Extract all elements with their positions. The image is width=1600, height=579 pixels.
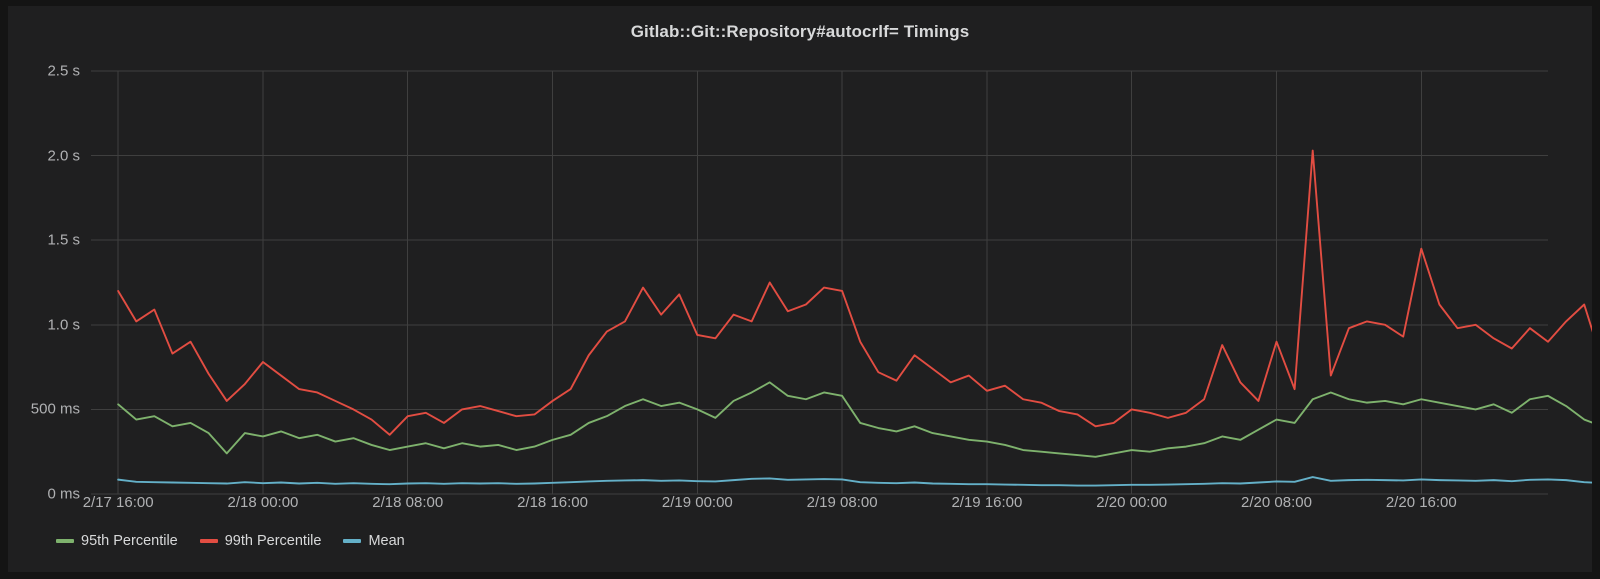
y-axis-tick-label: 2.0 s [47,147,80,165]
chart-gridlines [91,70,1548,495]
x-axis-tick-label: 2/20 16:00 [1385,494,1457,511]
legend-color-swatch [199,539,218,543]
legend-label: Mean [368,533,405,549]
chart-series-group [117,149,1592,487]
legend-color-swatch [56,539,74,543]
page-title: Gitlab::Git::Repository#autocrlf= Timing… [630,22,970,41]
x-axis-tick-label: 2/17 16:00 [82,494,154,511]
y-axis-tick-label: 2.5 s [47,62,80,80]
y-axis-tick-label: 1.5 s [47,231,80,249]
x-axis-tick-label: 2/19 00:00 [661,494,733,511]
legend-item-mean[interactable]: Mean [343,533,405,549]
y-axis-tick-label: 500 ms [30,400,80,418]
x-axis-tick-label: 2/19 16:00 [951,494,1023,511]
y-axis-tick-label: 1.0 s [47,316,80,334]
chart-plot-area[interactable]: 0 ms 500 ms 1.0 s 1.5 s 2.0 s 2.5 s [8,52,1592,522]
legend-label: 95th Percentile [81,533,178,549]
legend-label: 99th Percentile [224,533,322,549]
chart-svg [91,70,1592,495]
chart-line-mean [117,476,1592,487]
y-axis: 0 ms 500 ms 1.0 s 1.5 s 2.0 s 2.5 s [8,52,80,522]
x-axis-tick-label: 2/20 00:00 [1096,494,1168,511]
chart-line-99th-percentile [117,149,1592,436]
x-axis-tick-label: 2/18 08:00 [372,494,444,511]
legend-color-swatch [343,539,362,543]
x-axis-tick-label: 2/18 16:00 [517,494,588,511]
x-axis-tick-label: 2/18 00:00 [227,494,299,511]
chart-line-95th-percentile [117,381,1592,458]
chart-legend: 95th Percentile 99th Percentile Mean [56,533,405,549]
x-axis-tick-label: 2/20 08:00 [1241,494,1312,511]
x-axis-tick-label: 2/19 08:00 [806,494,878,511]
x-axis: 2/17 16:00 2/18 00:00 2/18 08:00 2/18 16:00… [8,494,1592,518]
graph-panel: Gitlab::Git::Repository#autocrlf= Timing… [8,6,1592,572]
legend-item-95th-percentile[interactable]: 95th Percentile [56,533,178,549]
legend-item-99th-percentile[interactable]: 99th Percentile [199,533,322,549]
